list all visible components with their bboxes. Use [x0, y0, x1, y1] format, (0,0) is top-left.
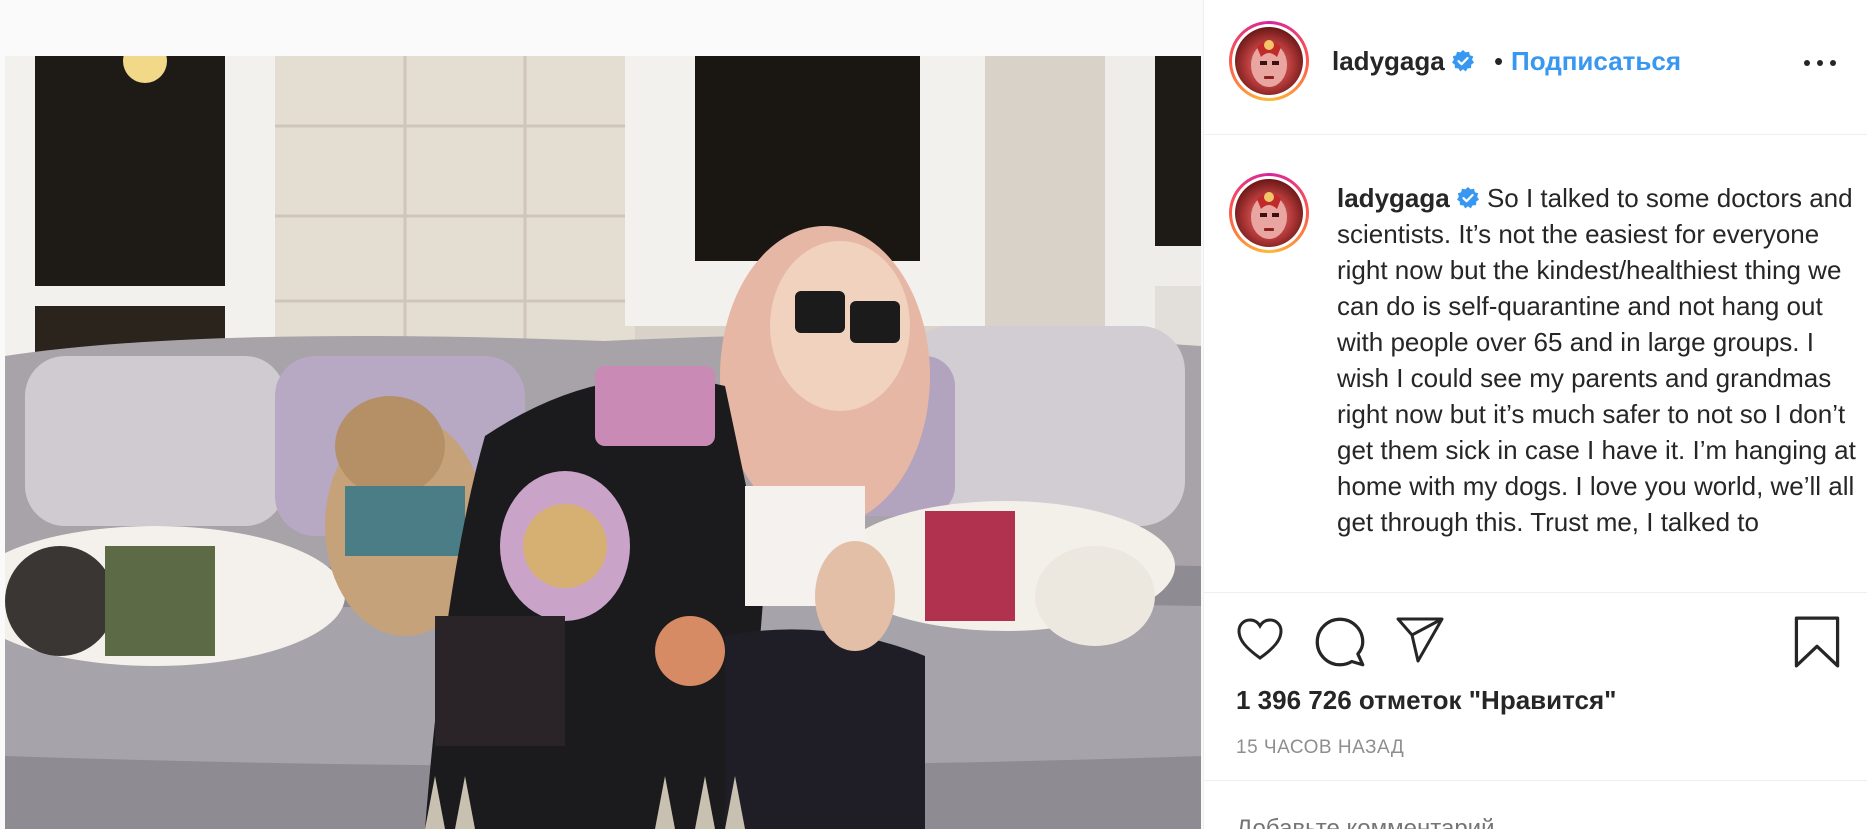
comment-bar	[1204, 780, 1867, 829]
likes-count[interactable]: 1 396 726 отметок "Нравится"	[1236, 685, 1616, 716]
avatar-inner	[1232, 24, 1306, 98]
comment-input[interactable]	[1236, 815, 1836, 829]
paper-plane-icon[interactable]	[1394, 616, 1446, 664]
avatar-face-icon	[1251, 192, 1287, 239]
avatar-image	[1235, 27, 1303, 95]
post-photo[interactable]	[5, 56, 1201, 829]
post-header: ladygaga • Подписаться	[1204, 0, 1867, 135]
caption-avatar-inner	[1232, 176, 1306, 250]
post-caption: ladygaga So I talked to some doctors and…	[1337, 180, 1857, 540]
header-username-text[interactable]: ladygaga	[1332, 46, 1445, 76]
more-options-icon[interactable]	[1804, 50, 1838, 76]
verified-badge-icon	[1456, 187, 1479, 209]
comments-area[interactable]: ladygaga So I talked to some doctors and…	[1204, 136, 1867, 593]
bookmark-icon[interactable]	[1794, 616, 1840, 668]
post-photo-illustration	[5, 56, 1201, 829]
more-dot	[1830, 60, 1836, 66]
heart-icon[interactable]	[1234, 616, 1286, 664]
verified-badge-icon	[1451, 50, 1474, 72]
action-bar	[1204, 610, 1867, 670]
header-separator: •	[1494, 46, 1504, 76]
caption-username[interactable]: ladygaga	[1337, 183, 1450, 213]
avatar[interactable]	[1229, 21, 1309, 101]
caption-text: So I talked to some doctors and scientis…	[1337, 183, 1856, 537]
more-dot	[1804, 60, 1810, 66]
avatar-face-icon	[1251, 40, 1287, 87]
post-timestamp[interactable]: 15 ЧАСОВ НАЗАД	[1236, 737, 1404, 759]
post-side-panel: ladygaga • Подписаться ladygaga So I tal…	[1203, 0, 1867, 829]
comment-bubble-icon[interactable]	[1314, 616, 1366, 668]
photo-area	[0, 0, 1203, 829]
caption-avatar[interactable]	[1229, 173, 1309, 253]
caption-avatar-image	[1235, 179, 1303, 247]
more-dot	[1817, 60, 1823, 66]
header-username[interactable]: ladygaga	[1332, 46, 1475, 77]
follow-button[interactable]: Подписаться	[1511, 46, 1681, 77]
photo-top-bar	[0, 0, 1203, 56]
